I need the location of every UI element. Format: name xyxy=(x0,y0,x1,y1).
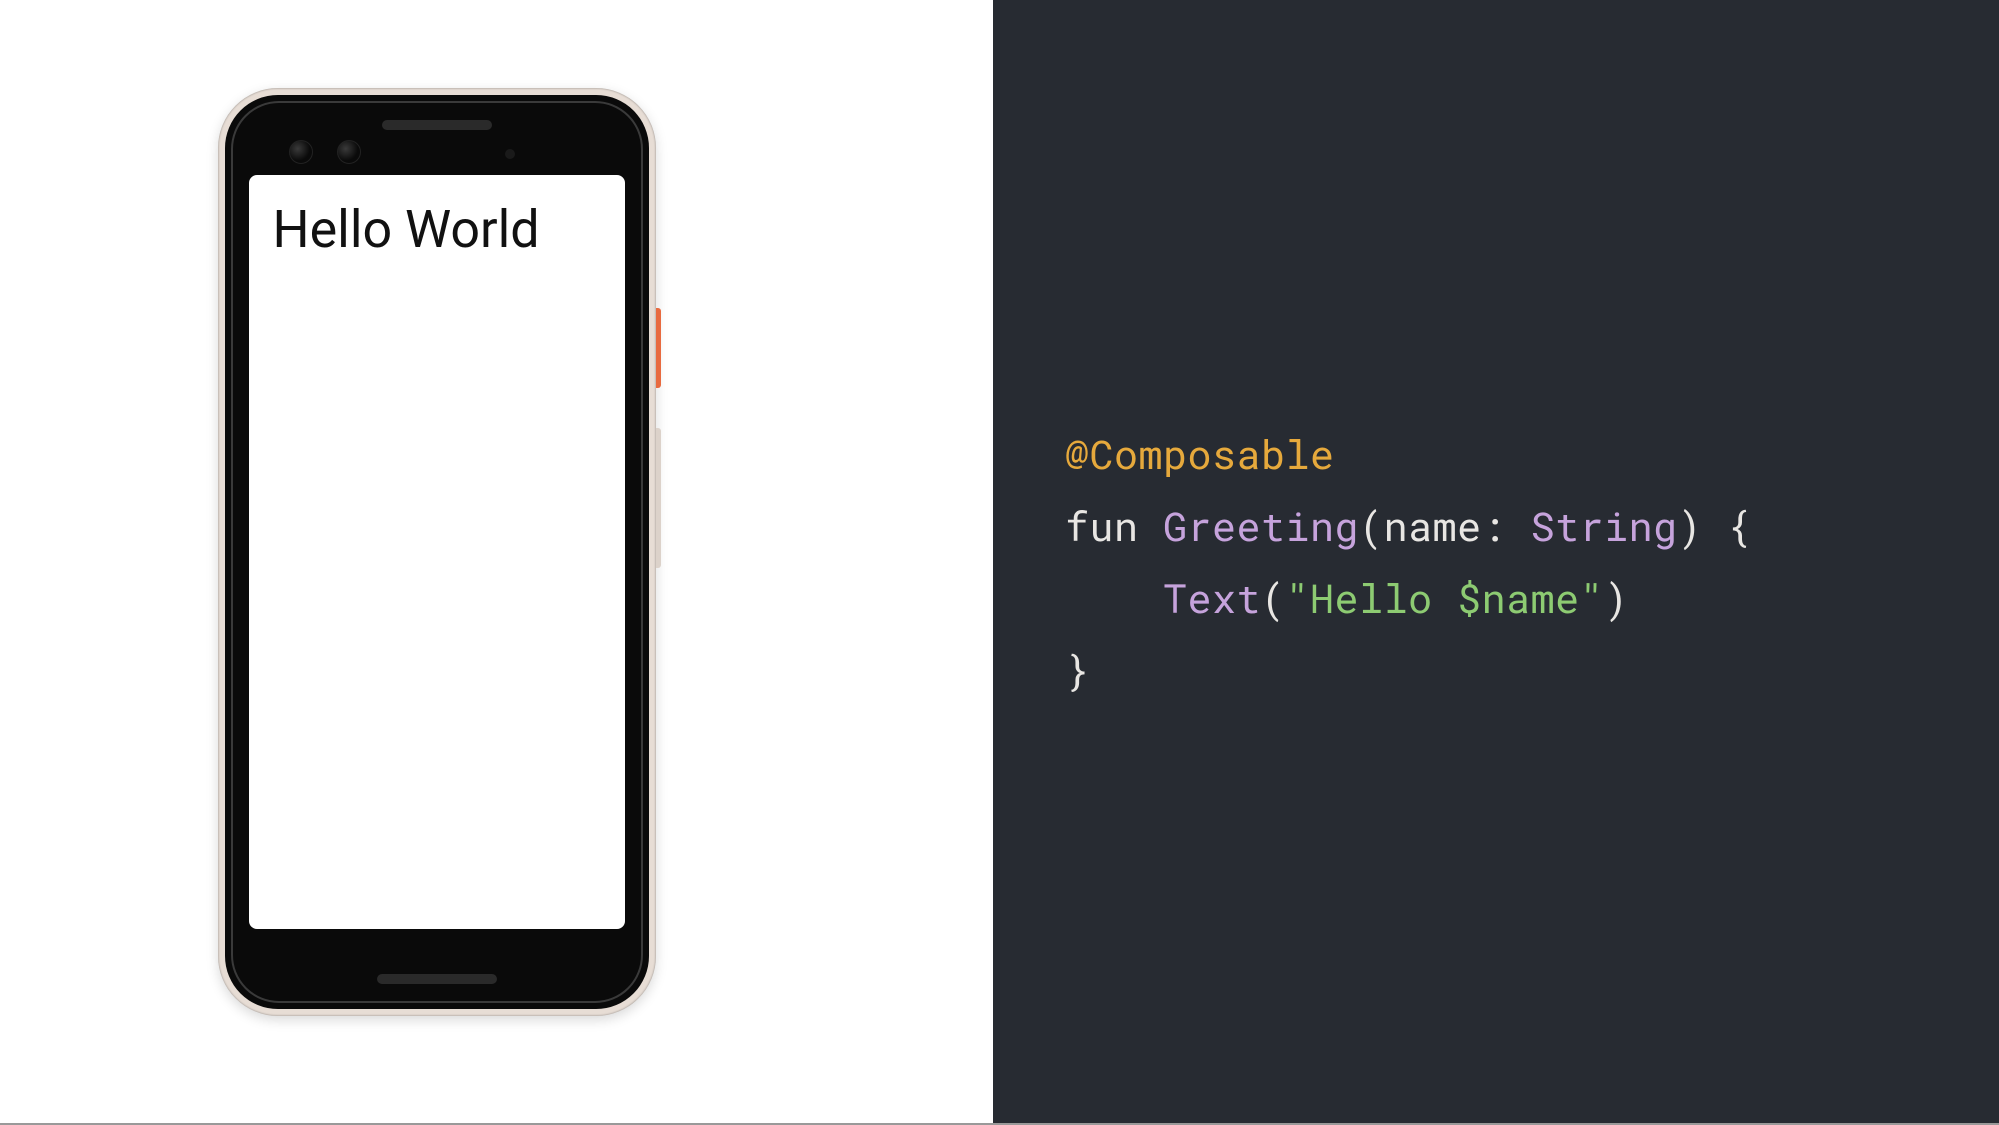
code-call-name: Text xyxy=(1163,571,1261,624)
code-annotation: @Composable xyxy=(1065,427,1335,480)
volume-button-icon xyxy=(656,428,661,568)
proximity-sensor-icon xyxy=(505,149,515,159)
phone-screen: Hello World xyxy=(249,175,625,929)
code-open-brace: { xyxy=(1702,499,1751,552)
code-call-close: ) xyxy=(1604,571,1629,624)
code-close-paren: ) xyxy=(1678,499,1703,552)
code-indent xyxy=(1065,571,1163,624)
code-close-brace: } xyxy=(1065,643,1090,696)
power-button-icon xyxy=(656,308,661,388)
screen-greeting-text: Hello World xyxy=(273,199,540,260)
code-open-paren: ( xyxy=(1359,499,1384,552)
code-call-open: ( xyxy=(1261,571,1286,624)
code-block: @Composable fun Greeting(name: String) {… xyxy=(1065,418,1751,706)
code-type-name: String xyxy=(1531,499,1678,552)
slide: Hello World @Composable fun Greeting(nam… xyxy=(0,0,1999,1125)
camera-lens-icon xyxy=(289,140,313,164)
code-param-name: name xyxy=(1384,499,1482,552)
phone-mockup: Hello World xyxy=(218,88,656,1016)
front-cameras xyxy=(289,140,361,164)
code-pane: @Composable fun Greeting(name: String) {… xyxy=(993,0,1999,1123)
earpiece-speaker-icon xyxy=(382,120,492,130)
camera-lens-icon xyxy=(337,140,361,164)
code-string-literal: "Hello $name" xyxy=(1286,571,1605,624)
code-colon: : xyxy=(1482,499,1531,552)
code-function-name: Greeting xyxy=(1163,499,1359,552)
bottom-speaker-icon xyxy=(377,974,497,984)
code-keyword-fun: fun xyxy=(1065,499,1163,552)
preview-pane: Hello World xyxy=(0,0,993,1123)
phone-bezel: Hello World xyxy=(225,95,649,1009)
